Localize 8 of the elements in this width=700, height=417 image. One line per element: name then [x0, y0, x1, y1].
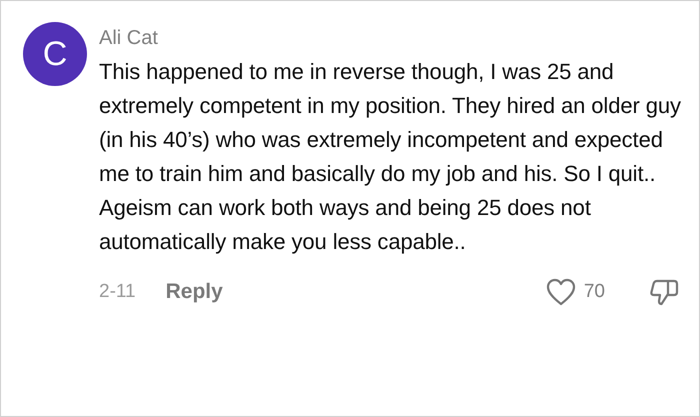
comment-text: This happened to me in reverse though, I was 25 and extremely competent in my position. They hired an older guy (in his 40’s) who was extremely incompetent and expected me to train him and basically do my job and his. So I quit.. Ageism can work both ways and being 25 does not automatically make you less capable.. — [99, 58, 682, 256]
avatar: C — [23, 22, 87, 86]
like-count: 70 — [584, 281, 605, 303]
comment-date: 2-11 — [99, 281, 136, 303]
reply-button[interactable]: Reply — [166, 280, 223, 304]
heart-icon[interactable] — [546, 278, 576, 306]
author-name: Ali Cat — [99, 26, 159, 51]
thumbs-down-icon[interactable] — [649, 277, 679, 307]
